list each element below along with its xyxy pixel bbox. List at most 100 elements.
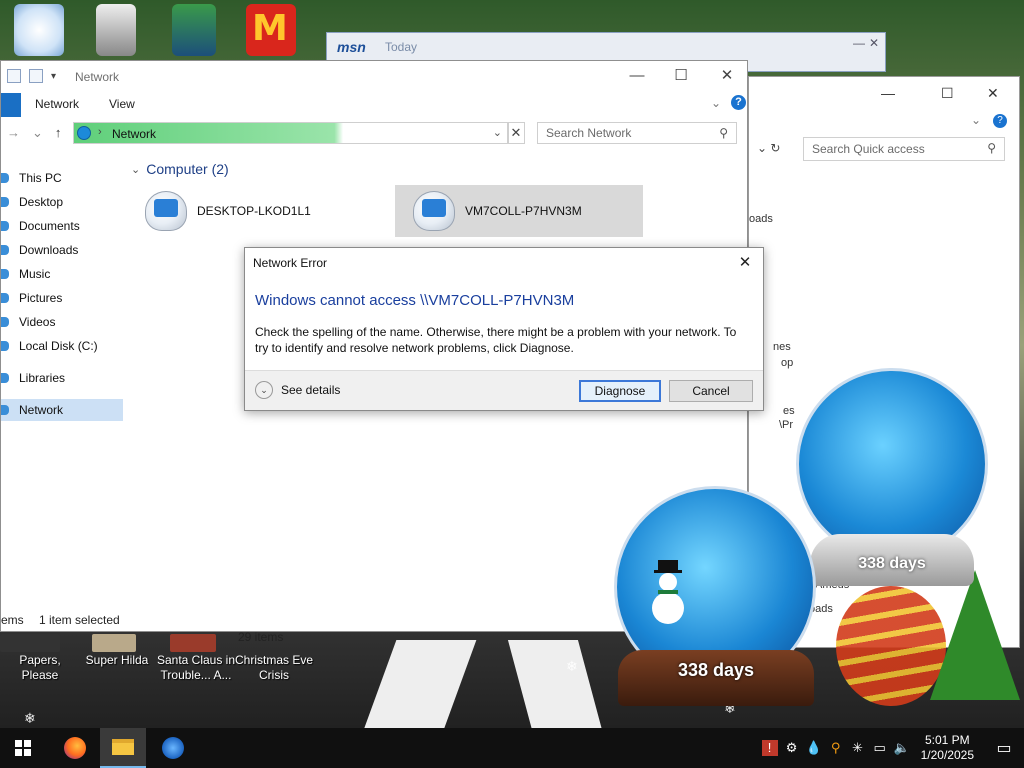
computer-icon [145, 191, 187, 231]
water-drop-icon[interactable]: 💧 [806, 740, 822, 756]
sidebar-item-pictures[interactable]: Pictures [1, 287, 123, 309]
desktop-shortcut-icon[interactable] [172, 4, 216, 56]
minimize-icon[interactable]: — [853, 36, 865, 50]
close-icon[interactable]: ✕ [735, 253, 755, 271]
documents-icon [1, 221, 9, 231]
maximize-icon[interactable]: ☐ [671, 67, 691, 85]
dialog-title: Network Error [253, 256, 328, 270]
clock-date: 1/20/2025 [920, 748, 974, 762]
sidebar-item-local-disk[interactable]: Local Disk (C:) [1, 335, 123, 357]
desktop-shortcut-icon[interactable] [92, 634, 136, 652]
desktop-icon-label[interactable]: Papers, Please [0, 653, 80, 683]
taskbar-firefox[interactable] [52, 728, 98, 768]
system-tray: ! ⚙ 💧 ⚲ ✳ ▭ 🔈 5:01 PM 1/20/2025 ▭ [759, 728, 1024, 768]
up-arrow-icon[interactable]: ↑ [55, 125, 62, 141]
desktop-shortcut-icon[interactable] [14, 4, 64, 56]
sidebar-item-libraries[interactable]: Libraries [1, 367, 123, 389]
notification-center-icon[interactable]: ▭ [984, 738, 1024, 758]
chevron-down-icon[interactable]: ⌄ [493, 126, 502, 139]
people-icon [162, 737, 184, 759]
dialog-heading: Windows cannot access \\VM7COLL-P7HVN3M [255, 292, 575, 309]
search-placeholder: Search Network [546, 126, 632, 140]
cancel-button[interactable]: Cancel [669, 380, 753, 402]
christmas-tree-icon [930, 570, 1020, 700]
minimize-icon[interactable]: — [627, 67, 647, 85]
help-icon[interactable]: ? [731, 95, 746, 110]
search-input[interactable]: Search Network ⚲ [537, 122, 737, 144]
sidebar-item-this-pc[interactable]: This PC [1, 167, 123, 189]
status-selection: 1 item selected [39, 613, 120, 627]
search-input[interactable]: Search Quick access ⚲ [803, 137, 1005, 161]
tab-view[interactable]: View [109, 97, 135, 111]
start-button[interactable] [0, 728, 46, 768]
diagnose-button[interactable]: Diagnose [579, 380, 661, 402]
chevron-down-icon[interactable]: ⌄ [971, 113, 981, 127]
sidebar-item-desktop[interactable]: Desktop [1, 191, 123, 213]
list-item-computer[interactable]: DESKTOP-LKOD1L1 [127, 185, 377, 237]
sidebar-item-network[interactable]: Network [1, 399, 123, 421]
computer-name: VM7COLL-P7HVN3M [465, 204, 582, 218]
downloads-icon [1, 245, 9, 255]
new-folder-icon[interactable] [29, 69, 43, 83]
breadcrumb-separator-icon[interactable]: › [98, 126, 102, 138]
taskbar-file-explorer[interactable] [100, 728, 146, 768]
app-tray-icon[interactable]: ! [761, 740, 778, 756]
snow-globe-gadget[interactable] [796, 368, 988, 560]
chevron-down-icon[interactable]: ⌄ [711, 96, 721, 110]
countdown-label: 338 days [618, 650, 814, 706]
mcdonalds-shortcut-icon[interactable]: M [246, 4, 296, 56]
properties-icon[interactable] [7, 69, 21, 83]
breadcrumb[interactable]: Network [112, 127, 156, 141]
tab-network[interactable]: Network [35, 97, 79, 111]
sidebar-item-label: This PC [19, 171, 62, 185]
close-icon[interactable]: ✕ [987, 85, 999, 102]
group-header[interactable]: ⌄ Computer (2) [131, 161, 229, 177]
windows-logo-icon [15, 740, 31, 756]
sidebar-item-label: Pictures [19, 291, 63, 305]
desktop-icon-label[interactable]: Christmas Eve Crisis [234, 653, 314, 683]
taskbar-people[interactable] [150, 728, 196, 768]
desktop-icon-label[interactable]: Super Hilda [84, 653, 150, 668]
stop-icon[interactable]: ✕ [507, 122, 525, 144]
search-placeholder: Search Quick access [812, 142, 925, 156]
help-icon[interactable]: ? [993, 114, 1007, 128]
list-item-fragment: op [781, 357, 794, 369]
clock-time: 5:01 PM [924, 733, 970, 747]
app-tray-icon[interactable]: ⚙ [784, 740, 800, 756]
minimize-icon[interactable]: — [881, 85, 895, 101]
refresh-icon[interactable]: ⌄ ↻ [757, 141, 780, 155]
list-item-computer[interactable]: VM7COLL-P7HVN3M [395, 185, 643, 237]
recent-locations-icon[interactable]: ⌄ [32, 125, 43, 141]
network-error-dialog[interactable]: Network Error ✕ Windows cannot access \\… [244, 247, 764, 411]
title-bar[interactable]: ▾ Network — ☐ ✕ [1, 61, 747, 91]
see-details-label: See details [281, 383, 341, 397]
sidebar-item-label: Desktop [19, 195, 64, 209]
sidebar-item-music[interactable]: Music [1, 263, 123, 285]
forward-icon[interactable]: → [7, 125, 20, 141]
see-details-toggle[interactable]: ⌄ See details [255, 381, 340, 399]
sidebar-item-downloads[interactable]: Downloads [1, 239, 123, 261]
sidebar-item-label: Videos [19, 315, 56, 329]
title-bar[interactable]: — ☐ ✕ [749, 77, 1019, 109]
customize-toolbar-icon[interactable]: ▾ [51, 71, 56, 82]
taskbar: ! ⚙ 💧 ⚲ ✳ ▭ 🔈 5:01 PM 1/20/2025 ▭ [0, 728, 1024, 768]
desktop-icon-label[interactable]: Santa Claus in Trouble... A... [156, 653, 236, 683]
close-icon[interactable]: ✕ [717, 67, 737, 85]
snowflake-icon[interactable]: ✳ [850, 740, 866, 756]
clock[interactable]: 5:01 PM 1/20/2025 [921, 733, 974, 763]
search-icon[interactable]: ⚲ [828, 740, 844, 756]
desktop-shortcut-icon[interactable] [0, 634, 60, 652]
close-icon[interactable]: ✕ [869, 36, 879, 50]
sidebar-item-documents[interactable]: Documents [1, 215, 123, 237]
volume-icon[interactable]: 🔈 [894, 740, 910, 756]
address-bar[interactable]: › Network ⌄ [73, 122, 509, 144]
desktop-shortcut-icon[interactable] [170, 634, 216, 652]
sidebar-item-videos[interactable]: Videos [1, 311, 123, 333]
file-tab[interactable] [1, 93, 21, 117]
sidebar-item-label: Downloads [19, 243, 79, 257]
network-icon [1, 405, 9, 415]
desktop-shortcut-icon[interactable] [96, 4, 136, 56]
network-tray-icon[interactable]: ▭ [872, 740, 888, 756]
maximize-icon[interactable]: ☐ [941, 85, 954, 102]
chevron-down-icon[interactable]: ⌄ [131, 163, 140, 176]
